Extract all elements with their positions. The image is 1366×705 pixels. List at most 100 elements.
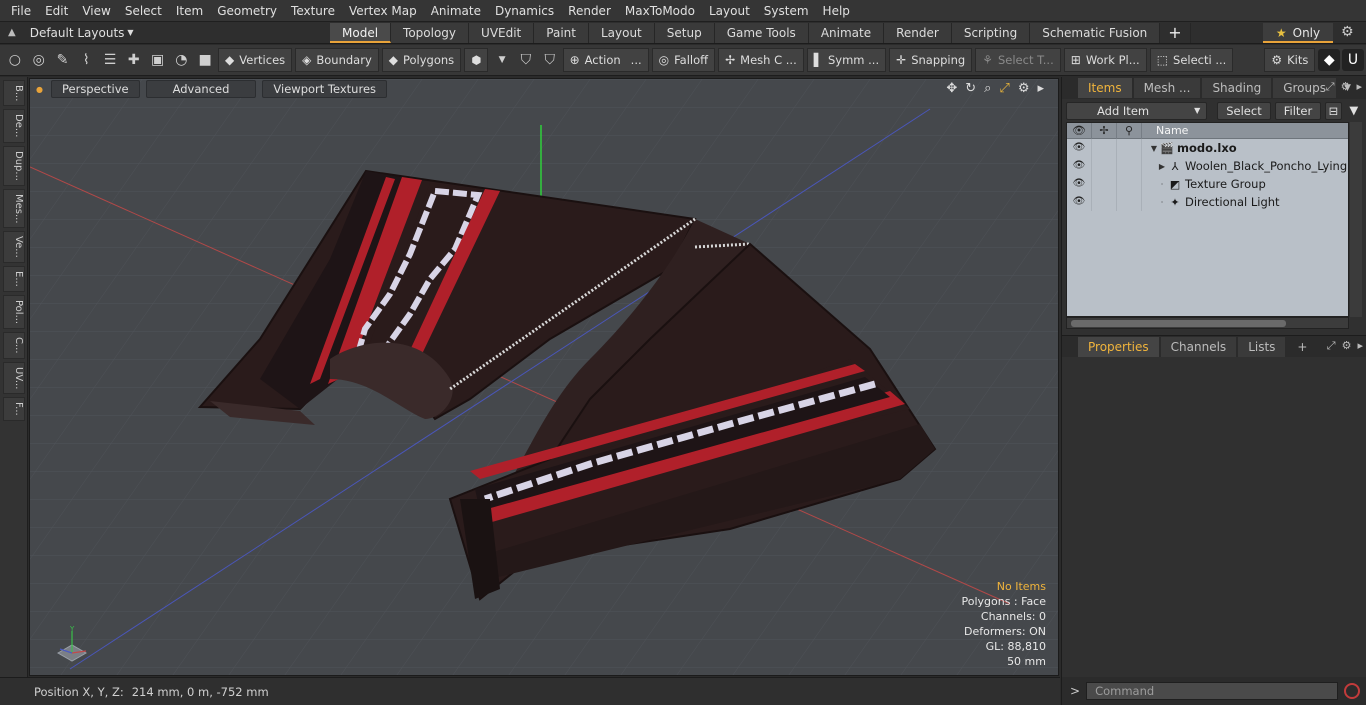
menu-vertex-map[interactable]: Vertex Map [342, 0, 424, 22]
panel-arrow-icon[interactable]: ▸ [1356, 80, 1362, 94]
items-tab-items[interactable]: Items [1078, 78, 1132, 98]
tab-paint[interactable]: Paint [534, 22, 589, 43]
add-properties-tab-button[interactable]: + [1287, 337, 1317, 357]
shading-mode-button[interactable]: Advanced [145, 80, 257, 98]
visibility-eye-icon[interactable]: 👁 [1067, 193, 1092, 211]
tab-model[interactable]: Model [330, 22, 392, 43]
menu-texture[interactable]: Texture [284, 0, 342, 22]
circle-select-icon[interactable]: ○ [4, 49, 26, 71]
only-toggle-button[interactable]: ★ Only [1263, 23, 1333, 43]
add-item-dropdown[interactable]: Add Item ▼ [1066, 102, 1208, 120]
expand-right-icon[interactable]: ▶ [1156, 162, 1168, 171]
tab-render[interactable]: Render [884, 22, 952, 43]
left-tab-4[interactable]: Ve... [3, 231, 25, 264]
tab-uvedit[interactable]: UVEdit [469, 22, 535, 43]
items-tab-shading[interactable]: Shading [1202, 78, 1272, 98]
menu-animate[interactable]: Animate [424, 0, 488, 22]
add-layout-tab-button[interactable]: + [1160, 22, 1191, 43]
left-tab-2[interactable]: Dup... [3, 145, 25, 186]
lock-cell[interactable] [1092, 139, 1117, 157]
panel-arrow-icon[interactable]: ▸ [1357, 339, 1363, 353]
kits-button[interactable]: ⚙ Kits [1264, 48, 1316, 72]
item-mode-button[interactable]: ⬢ [464, 48, 489, 72]
select-through-button[interactable]: ⚘ Select T... [975, 48, 1061, 72]
viewport-expand-arrow-icon[interactable]: ▸ [1037, 81, 1044, 96]
pie-icon[interactable]: ◔ [170, 49, 192, 71]
tree-item-woolen-black-poncho-lying[interactable]: 👁 ▶ ⅄ Woolen_Black_Poncho_Lying [1067, 157, 1348, 175]
falloff-button[interactable]: ◎ Falloff [651, 48, 716, 72]
action-center-button[interactable]: ⊕ Action... [562, 48, 649, 72]
pen-tool-icon[interactable]: ✎ [52, 49, 74, 71]
left-tab-3[interactable]: Mes... [3, 188, 25, 229]
left-tab-7[interactable]: C... [3, 331, 25, 359]
name-column-header[interactable]: Name [1142, 124, 1188, 137]
lock-cell[interactable] [1092, 157, 1117, 175]
expand-panel-icon[interactable]: ⤢ [1327, 339, 1336, 353]
tab-animate[interactable]: Animate [808, 22, 885, 43]
work-plane-button[interactable]: ⊞ Work Pl... [1063, 48, 1147, 72]
menu-system[interactable]: System [757, 0, 816, 22]
panel-gear-icon[interactable]: ⚙ [1342, 339, 1352, 353]
record-macro-icon[interactable] [1344, 683, 1361, 699]
tab-game-tools[interactable]: Game Tools [714, 22, 809, 43]
polygons-mode-button[interactable]: ◆ Polygons [381, 48, 462, 72]
maximize-view-icon[interactable]: ⤢ [999, 81, 1009, 96]
menu-maxtomodo[interactable]: MaxToModo [618, 0, 702, 22]
shade-cube-icon[interactable]: ■ [194, 49, 216, 71]
menu-dynamics[interactable]: Dynamics [488, 0, 561, 22]
left-tab-9[interactable]: F... [3, 396, 25, 421]
view-mode-button[interactable]: Perspective [50, 80, 140, 98]
panel-gear-icon[interactable]: ⚙ [1341, 80, 1351, 94]
left-tab-5[interactable]: E... [3, 266, 25, 292]
items-tab-mesh[interactable]: Mesh ... [1133, 78, 1201, 98]
menu-layout[interactable]: Layout [702, 0, 757, 22]
menu-edit[interactable]: Edit [38, 0, 75, 22]
menu-file[interactable]: File [4, 0, 38, 22]
boundary-mode-button[interactable]: ◈ Boundary [295, 48, 379, 72]
filter-button[interactable]: Filter [1274, 102, 1322, 120]
visibility-eye-icon[interactable]: 👁 [1067, 175, 1092, 193]
properties-tab-properties[interactable]: Properties [1078, 336, 1159, 357]
brush-icon[interactable]: ⌇ [75, 49, 97, 71]
render-column-icon[interactable]: ⚲ [1117, 122, 1142, 139]
layouts-dropdown[interactable]: ▲ Default Layouts ▼ [0, 26, 330, 40]
vertices-mode-button[interactable]: ◆ Vertices [218, 48, 293, 72]
menu-render[interactable]: Render [561, 0, 618, 22]
render-cell[interactable] [1117, 175, 1142, 193]
center-icon[interactable]: ✚ [123, 49, 145, 71]
expand-down-icon[interactable]: ▼ [1148, 144, 1160, 153]
tree-item-modo-lxo[interactable]: 👁 ▼ 🎬 modo.lxo [1067, 139, 1348, 157]
left-tab-0[interactable]: B... [3, 80, 25, 107]
tab-topology[interactable]: Topology [391, 22, 470, 43]
tab-schematic-fusion[interactable]: Schematic Fusion [1030, 22, 1161, 43]
tree-vertical-scrollbar[interactable] [1350, 122, 1362, 317]
rotate-view-icon[interactable]: ↻ [965, 81, 976, 96]
align-icon[interactable]: ☰ [99, 49, 121, 71]
select-button[interactable]: Select [1217, 102, 1271, 120]
material-shield-icon[interactable]: ⛉ [515, 49, 537, 71]
menu-geometry[interactable]: Geometry [210, 0, 284, 22]
viewport-scene[interactable] [30, 79, 1058, 675]
expand-panel-icon[interactable]: ⤢ [1326, 80, 1335, 94]
square-snap-icon[interactable]: ▣ [147, 49, 169, 71]
mesh-constraint-button[interactable]: ✢ Mesh C ... [718, 48, 804, 72]
viewport-settings-gear-icon[interactable]: ⚙ [1018, 81, 1030, 96]
menu-view[interactable]: View [75, 0, 117, 22]
left-tab-6[interactable]: Pol... [3, 294, 25, 329]
menu-select[interactable]: Select [118, 0, 169, 22]
symmetry-button[interactable]: ▌ Symm ... [806, 48, 887, 72]
left-tab-8[interactable]: UV... [3, 361, 25, 394]
collapse-icon[interactable]: ⊟ [1325, 102, 1342, 120]
texture-shield-icon[interactable]: ⛉ [539, 49, 561, 71]
command-input[interactable]: Command [1086, 682, 1339, 700]
render-cell[interactable] [1117, 157, 1142, 175]
lock-column-icon[interactable]: ✢ [1092, 122, 1117, 139]
selection-sets-button[interactable]: ⬚ Selecti ... [1149, 48, 1234, 72]
menu-item[interactable]: Item [169, 0, 210, 22]
viewport-menu-dot-icon[interactable]: ● [36, 85, 43, 94]
viewport-textures-button[interactable]: Viewport Textures [262, 80, 388, 98]
tab-layout[interactable]: Layout [588, 22, 655, 43]
funnel-filter-icon[interactable]: ▼ [1346, 102, 1362, 120]
lock-cell[interactable] [1092, 175, 1117, 193]
render-cell[interactable] [1117, 139, 1142, 157]
